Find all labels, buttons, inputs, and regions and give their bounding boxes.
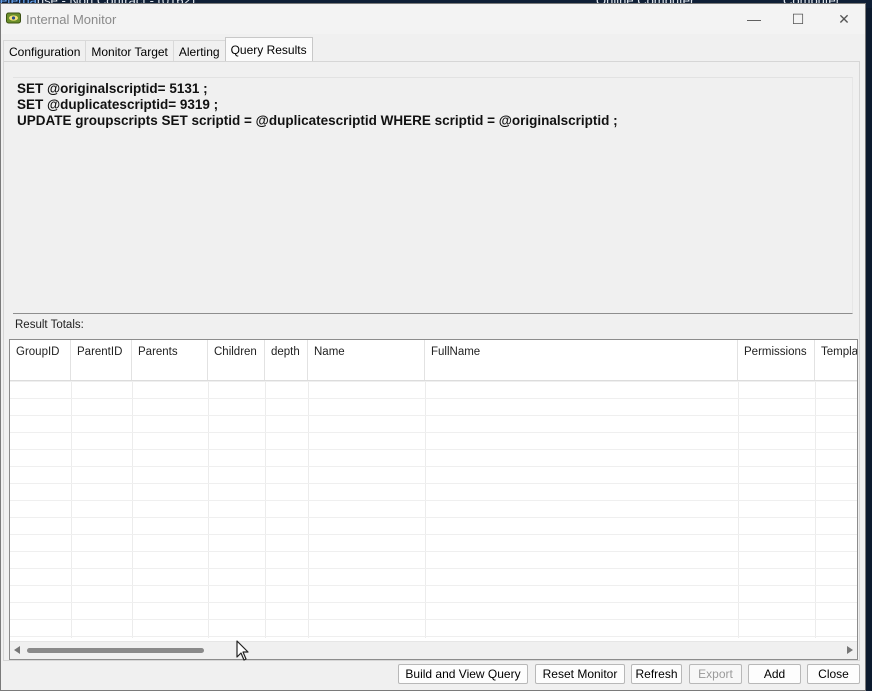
grid-row-separator bbox=[10, 398, 857, 399]
tab-query-results[interactable]: Query Results bbox=[224, 37, 313, 62]
tab-strip: Configuration Monitor Target Alerting Qu… bbox=[3, 37, 313, 62]
query-line: SET @duplicatescriptid= 9319 ; bbox=[17, 97, 219, 112]
mouse-cursor-icon bbox=[236, 640, 249, 661]
grid-body bbox=[10, 381, 857, 638]
minimize-button[interactable]: — bbox=[731, 4, 777, 34]
grid-column-separator bbox=[738, 381, 739, 638]
column-header-groupid[interactable]: GroupID bbox=[10, 340, 71, 380]
grid-row-separator bbox=[10, 534, 857, 535]
grid-column-separator bbox=[308, 381, 309, 638]
grid-row-separator bbox=[10, 585, 857, 586]
grid-row-separator bbox=[10, 483, 857, 484]
result-totals-label: Result Totals: bbox=[15, 319, 84, 331]
grid-row-separator bbox=[10, 636, 857, 637]
grid-row-separator bbox=[10, 619, 857, 620]
grid-column-separator bbox=[132, 381, 133, 638]
query-results-panel: SET @originalscriptid= 5131 ; SET @dupli… bbox=[3, 61, 860, 661]
title-bar[interactable]: Internal Monitor — ☐ ✕ bbox=[1, 4, 865, 34]
scroll-thumb[interactable] bbox=[27, 648, 204, 653]
query-text-area[interactable]: SET @originalscriptid= 5131 ; SET @dupli… bbox=[13, 77, 853, 314]
tab-alerting[interactable]: Alerting bbox=[172, 40, 226, 62]
column-header-depth[interactable]: depth bbox=[265, 340, 308, 380]
column-header-permissions[interactable]: Permissions bbox=[738, 340, 815, 380]
grid-row-separator bbox=[10, 432, 857, 433]
refresh-button[interactable]: Refresh bbox=[631, 664, 682, 684]
monitor-app-icon bbox=[6, 12, 21, 24]
grid-column-separator bbox=[425, 381, 426, 638]
column-header-parentid[interactable]: ParentID bbox=[71, 340, 132, 380]
column-header-children[interactable]: Children bbox=[208, 340, 265, 380]
results-grid[interactable]: GroupID ParentID Parents Children depth … bbox=[9, 339, 858, 660]
reset-monitor-button[interactable]: Reset Monitor bbox=[535, 664, 625, 684]
column-header-fullname[interactable]: FullName bbox=[425, 340, 738, 380]
grid-row-separator bbox=[10, 381, 857, 382]
column-header-name[interactable]: Name bbox=[308, 340, 425, 380]
query-line: UPDATE groupscripts SET scriptid = @dupl… bbox=[17, 113, 618, 128]
grid-row-separator bbox=[10, 517, 857, 518]
grid-column-separator bbox=[815, 381, 816, 638]
horizontal-scrollbar[interactable] bbox=[10, 641, 857, 659]
grid-header: GroupID ParentID Parents Children depth … bbox=[10, 340, 857, 381]
grid-column-separator bbox=[208, 381, 209, 638]
add-button[interactable]: Add bbox=[748, 664, 801, 684]
internal-monitor-window: Internal Monitor — ☐ ✕ Configuration Mon… bbox=[0, 3, 866, 691]
tab-configuration[interactable]: Configuration bbox=[3, 40, 87, 62]
grid-row-separator bbox=[10, 568, 857, 569]
build-and-view-query-button[interactable]: Build and View Query bbox=[398, 664, 528, 684]
window-title: Internal Monitor bbox=[26, 12, 117, 27]
query-line: SET @originalscriptid= 5131 ; bbox=[17, 81, 208, 96]
grid-row-separator bbox=[10, 466, 857, 467]
maximize-button[interactable]: ☐ bbox=[775, 4, 821, 34]
grid-column-separator bbox=[71, 381, 72, 638]
grid-row-separator bbox=[10, 551, 857, 552]
grid-row-separator bbox=[10, 500, 857, 501]
grid-row-separator bbox=[10, 415, 857, 416]
export-button[interactable]: Export bbox=[689, 664, 742, 684]
scroll-left-arrow-icon[interactable] bbox=[14, 646, 20, 654]
tab-monitor-target[interactable]: Monitor Target bbox=[85, 40, 174, 62]
grid-row-separator bbox=[10, 602, 857, 603]
grid-column-separator bbox=[265, 381, 266, 638]
grid-row-separator bbox=[10, 449, 857, 450]
close-window-button[interactable]: ✕ bbox=[821, 4, 867, 34]
column-header-parents[interactable]: Parents bbox=[132, 340, 208, 380]
column-header-template[interactable]: Template bbox=[815, 340, 857, 380]
close-button[interactable]: Close bbox=[807, 664, 860, 684]
scroll-right-arrow-icon[interactable] bbox=[847, 646, 853, 654]
